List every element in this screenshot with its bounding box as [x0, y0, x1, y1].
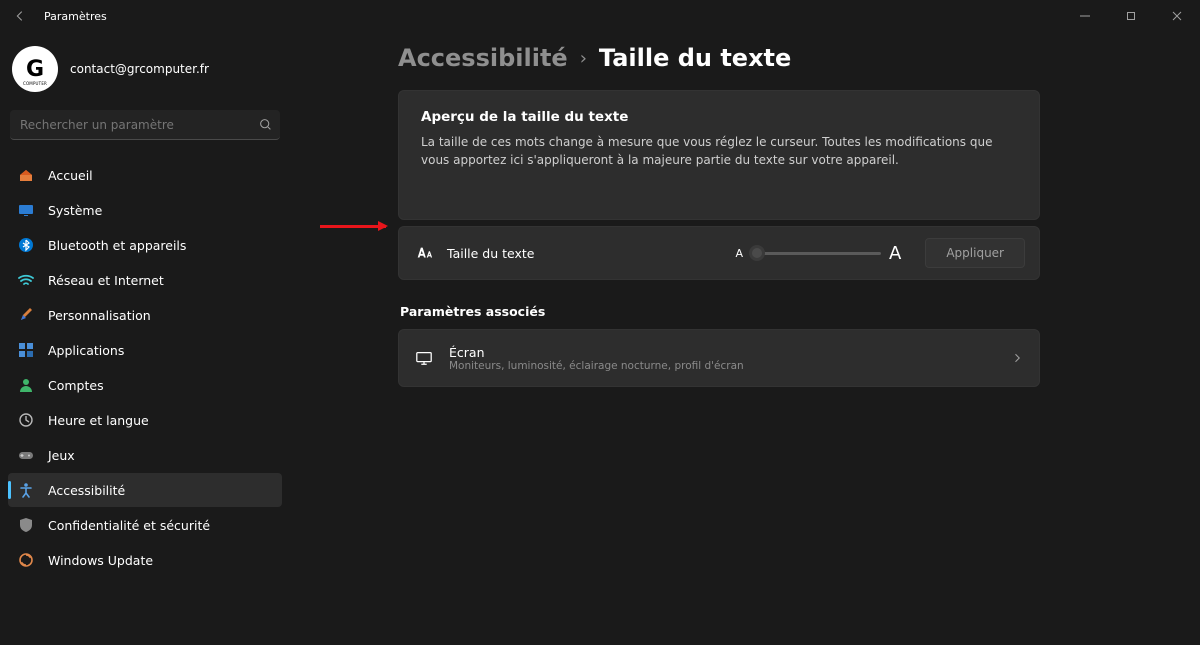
sidebar-item-label: Accueil	[48, 168, 93, 183]
main-content: Accessibilité › Taille du texte Aperçu d…	[290, 32, 1200, 645]
accessibility-icon	[18, 482, 34, 498]
related-item-desc: Moniteurs, luminosité, éclairage nocturn…	[449, 360, 744, 372]
text-size-row: Taille du texte A A Appliquer	[398, 226, 1040, 280]
display-icon	[415, 349, 433, 367]
text-size-icon	[415, 244, 433, 262]
text-size-slider-group: A A	[735, 243, 901, 264]
apps-icon	[18, 342, 34, 358]
sidebar-item-accounts[interactable]: Comptes	[8, 368, 282, 402]
search-icon	[259, 118, 272, 131]
preview-title: Aperçu de la taille du texte	[421, 109, 1017, 125]
brush-icon	[18, 307, 34, 323]
profile-email: contact@grcomputer.fr	[70, 62, 209, 76]
breadcrumb-current: Taille du texte	[599, 44, 791, 72]
home-icon	[18, 167, 34, 183]
bluetooth-icon	[18, 237, 34, 253]
sidebar-item-system[interactable]: Système	[8, 193, 282, 227]
sidebar-item-time-language[interactable]: Heure et langue	[8, 403, 282, 437]
sidebar-item-label: Heure et langue	[48, 413, 149, 428]
sidebar-item-bluetooth[interactable]: Bluetooth et appareils	[8, 228, 282, 262]
search-input[interactable]	[18, 117, 259, 133]
scale-label-large: A	[889, 243, 901, 264]
apply-button[interactable]: Appliquer	[925, 238, 1025, 268]
sidebar-item-label: Applications	[48, 343, 124, 358]
minimize-button[interactable]	[1062, 0, 1108, 32]
window-controls	[1062, 0, 1200, 32]
related-item-title: Écran	[449, 345, 744, 360]
sidebar-item-label: Confidentialité et sécurité	[48, 518, 210, 533]
sidebar-item-label: Comptes	[48, 378, 104, 393]
sidebar-item-label: Système	[48, 203, 102, 218]
sidebar-item-accessibility[interactable]: Accessibilité	[8, 473, 282, 507]
search-box[interactable]	[10, 110, 280, 140]
related-item-display[interactable]: Écran Moniteurs, luminosité, éclairage n…	[398, 329, 1040, 387]
slider-thumb[interactable]	[749, 245, 765, 261]
titlebar: Paramètres	[0, 0, 1200, 32]
sidebar-item-personalization[interactable]: Personnalisation	[8, 298, 282, 332]
sidebar-item-network[interactable]: Réseau et Internet	[8, 263, 282, 297]
sidebar-item-label: Personnalisation	[48, 308, 151, 323]
preview-body: La taille de ces mots change à mesure qu…	[421, 133, 1011, 169]
sidebar-item-home[interactable]: Accueil	[8, 158, 282, 192]
gamepad-icon	[18, 447, 34, 463]
preview-card: Aperçu de la taille du texte La taille d…	[398, 90, 1040, 220]
chevron-right-icon	[1011, 349, 1023, 368]
maximize-button[interactable]	[1108, 0, 1154, 32]
window-title: Paramètres	[44, 10, 107, 23]
back-button[interactable]	[10, 6, 30, 26]
avatar-subtext: COMPUTER	[12, 81, 58, 86]
clock-globe-icon	[18, 412, 34, 428]
shield-icon	[18, 517, 34, 533]
sidebar-item-privacy[interactable]: Confidentialité et sécurité	[8, 508, 282, 542]
sidebar-item-label: Réseau et Internet	[48, 273, 164, 288]
breadcrumb-separator: ›	[580, 48, 587, 69]
wifi-icon	[18, 272, 34, 288]
slider-track	[751, 252, 881, 255]
sidebar-item-apps[interactable]: Applications	[8, 333, 282, 367]
sidebar-item-label: Bluetooth et appareils	[48, 238, 186, 253]
breadcrumb-prev[interactable]: Accessibilité	[398, 44, 568, 72]
user-icon	[18, 377, 34, 393]
system-icon	[18, 202, 34, 218]
text-size-slider[interactable]	[751, 243, 881, 263]
sidebar-item-label: Jeux	[48, 448, 75, 463]
profile-block[interactable]: G COMPUTER contact@grcomputer.fr	[8, 42, 282, 110]
sidebar-item-label: Accessibilité	[48, 483, 125, 498]
avatar-initials: G	[26, 57, 44, 82]
sidebar-item-update[interactable]: Windows Update	[8, 543, 282, 577]
avatar: G COMPUTER	[12, 46, 58, 92]
text-size-label: Taille du texte	[447, 246, 535, 261]
scale-label-small: A	[735, 247, 743, 260]
sidebar-item-label: Windows Update	[48, 553, 153, 568]
update-icon	[18, 552, 34, 568]
sidebar: G COMPUTER contact@grcomputer.fr Accueil…	[0, 32, 290, 645]
arrow-left-icon	[13, 9, 27, 23]
related-heading: Paramètres associés	[400, 304, 1040, 319]
close-button[interactable]	[1154, 0, 1200, 32]
nav: Accueil Système Bluetooth et appareils R…	[8, 158, 282, 577]
sidebar-item-gaming[interactable]: Jeux	[8, 438, 282, 472]
breadcrumb: Accessibilité › Taille du texte	[398, 44, 1040, 72]
